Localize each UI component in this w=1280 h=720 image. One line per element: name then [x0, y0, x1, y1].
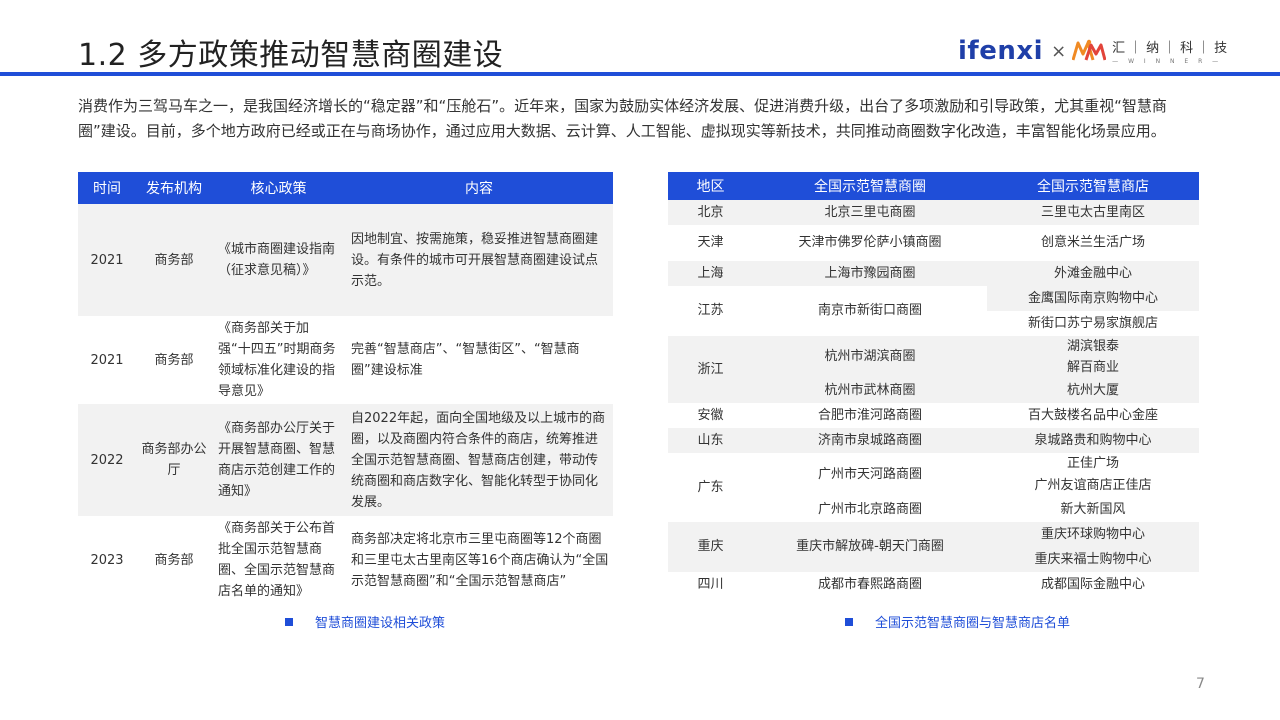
cell-org: 商务部 — [136, 516, 212, 604]
header-store: 全国示范智慧商店 — [987, 172, 1199, 200]
district-table: 地区 全国示范智慧商圈 全国示范智慧商店 北京 北京三里屯商圈 三里屯太古里南区… — [668, 172, 1199, 597]
cell-store: 成都国际金融中心 — [987, 572, 1199, 597]
cell-store: 创意米兰生活广场 — [987, 225, 1199, 261]
policy-table: 时间 发布机构 核心政策 内容 2021 商务部 《城市商圈建设指南（征求意见稿… — [78, 172, 613, 604]
winner-logo-text: 汇｜纳｜科｜技 — [1112, 41, 1232, 56]
cell-district: 合肥市淮河路商圈 — [753, 403, 987, 428]
table-row: 广东 广州市天河路商圈 正佳广场 — [668, 453, 1199, 522]
cell-org: 商务部 — [136, 316, 212, 404]
cell-district: 成都市春熙路商圈 — [753, 572, 987, 597]
cell-district: 南京市新街口商圈 — [753, 286, 987, 336]
cell-store: 广州友谊商店正佳店 — [987, 475, 1199, 497]
district-table-header: 地区 全国示范智慧商圈 全国示范智慧商店 — [668, 172, 1199, 200]
caption-text: 全国示范智慧商圈与智慧商店名单 — [875, 616, 1071, 631]
cell-region: 江苏 — [668, 286, 753, 336]
cell-content: 因地制宜、按需施策，稳妥推进智慧商圈建设。有条件的城市可开展智慧商圈建设试点示范… — [345, 204, 613, 316]
intro-paragraph: 消费作为三驾马车之一，是我国经济增长的“稳定器”和“压舱石”。近年来，国家为鼓励… — [78, 97, 1167, 140]
header-logo: ifenxi × 汇｜纳｜科｜技 — W I N N E R — — [958, 34, 1231, 68]
cell-district: 广州市北京路商圈 — [753, 497, 987, 522]
cell-content: 自2022年起，面向全国地级及以上城市的商圈，以及商圈内符合条件的商店，统筹推进… — [345, 404, 613, 516]
table-row: 2021 商务部 《城市商圈建设指南（征求意见稿）》 因地制宜、按需施策，稳妥推… — [78, 204, 613, 316]
cell-district: 济南市泉城路商圈 — [753, 428, 987, 453]
cell-district: 广州市天河路商圈 — [753, 453, 987, 497]
caption-text: 智慧商圈建设相关政策 — [315, 616, 446, 631]
table-row: 浙江 杭州市湖滨商圈 湖滨银泰 — [668, 336, 1199, 403]
cell-content: 商务部决定将北京市三里屯商圈等12个商圈和三里屯太古里南区等16个商店确认为“全… — [345, 516, 613, 604]
cell-region: 四川 — [668, 572, 753, 597]
cell-store: 重庆环球购物中心 — [987, 522, 1199, 547]
cell-region: 重庆 — [668, 522, 753, 572]
header-content: 内容 — [345, 172, 613, 204]
table-row: 安徽 合肥市淮河路商圈 百大鼓楼名品中心金座 — [668, 403, 1199, 428]
header-year: 时间 — [78, 172, 136, 204]
district-table-caption: 全国示范智慧商圈与智慧商店名单 — [845, 612, 1070, 631]
cell-store: 三里屯太古里南区 — [987, 200, 1199, 225]
cell-region: 北京 — [668, 200, 753, 225]
policy-table-caption: 智慧商圈建设相关政策 — [285, 612, 445, 631]
cell-year: 2022 — [78, 404, 136, 516]
title-divider — [0, 72, 1280, 76]
cell-store: 百大鼓楼名品中心金座 — [987, 403, 1199, 428]
cell-year: 2021 — [78, 204, 136, 316]
cell-store: 解百商业 — [987, 357, 1199, 378]
cell-org: 商务部办公厅 — [136, 404, 212, 516]
cell-district: 重庆市解放碑-朝天门商圈 — [753, 522, 987, 572]
header-region: 地区 — [668, 172, 753, 200]
cell-region: 安徽 — [668, 403, 753, 428]
page-title: 1.2 多方政策推动智慧商圈建设 — [78, 38, 504, 73]
cell-store: 泉城路贵和购物中心 — [987, 428, 1199, 453]
cell-store: 湖滨银泰 — [987, 336, 1199, 357]
table-row: 天津 天津市佛罗伦萨小镇商圈 创意米兰生活广场 — [668, 225, 1199, 261]
table-row: 2022 商务部办公厅 《商务部办公厅关于开展智慧商圈、智慧商店示范创建工作的通… — [78, 404, 613, 516]
cell-region: 上海 — [668, 261, 753, 286]
cell-store: 新大新国风 — [987, 497, 1199, 522]
cell-store: 重庆来福士购物中心 — [987, 547, 1199, 572]
cell-district: 杭州市湖滨商圈 — [753, 336, 987, 378]
table-row: 上海 上海市豫园商圈 外滩金融中心 — [668, 261, 1199, 286]
page-number: 7 — [1196, 676, 1205, 692]
cell-policy: 《城市商圈建设指南（征求意见稿）》 — [212, 204, 345, 316]
table-row: 山东 济南市泉城路商圈 泉城路贵和购物中心 — [668, 428, 1199, 453]
cell-district: 北京三里屯商圈 — [753, 200, 987, 225]
cell-region: 天津 — [668, 225, 753, 261]
table-row: 重庆 重庆市解放碑-朝天门商圈 重庆环球购物中心 — [668, 522, 1199, 572]
cell-region: 浙江 — [668, 336, 753, 403]
cell-org: 商务部 — [136, 204, 212, 316]
cell-year: 2021 — [78, 316, 136, 404]
cell-content: 完善“智慧商店”、“智慧街区”、“智慧商圈”建设标准 — [345, 316, 613, 404]
header-district: 全国示范智慧商圈 — [753, 172, 987, 200]
ifenxi-logo: ifenxi — [958, 36, 1044, 66]
table-row: 北京 北京三里屯商圈 三里屯太古里南区 — [668, 200, 1199, 225]
cell-policy: 《商务部关于公布首批全国示范智慧商圈、全国示范智慧商店名单的通知》 — [212, 516, 345, 604]
cell-district: 天津市佛罗伦萨小镇商圈 — [753, 225, 987, 261]
table-row: 2023 商务部 《商务部关于公布首批全国示范智慧商圈、全国示范智慧商店名单的通… — [78, 516, 613, 604]
table-row: 四川 成都市春熙路商圈 成都国际金融中心 — [668, 572, 1199, 597]
cell-year: 2023 — [78, 516, 136, 604]
logo-cross: × — [1051, 40, 1067, 62]
square-bullet-icon — [845, 618, 853, 626]
table-row: 2021 商务部 《商务部关于加强“十四五”时期商务领域标准化建设的指导意见》 … — [78, 316, 613, 404]
cell-store: 外滩金融中心 — [987, 261, 1199, 286]
table-row: 江苏 南京市新街口商圈 金鹰国际南京购物中心 — [668, 286, 1199, 336]
header-policy: 核心政策 — [212, 172, 345, 204]
cell-store: 杭州大厦 — [987, 378, 1199, 403]
cell-store: 正佳广场 — [987, 453, 1199, 475]
winner-logo-icon — [1072, 39, 1107, 61]
cell-policy: 《商务部关于加强“十四五”时期商务领域标准化建设的指导意见》 — [212, 316, 345, 404]
cell-store: 金鹰国际南京购物中心 — [987, 286, 1199, 311]
cell-district: 杭州市武林商圈 — [753, 378, 987, 403]
winner-logo-subtext: — W I N N E R — — [1112, 58, 1223, 65]
cell-district: 上海市豫园商圈 — [753, 261, 987, 286]
cell-policy: 《商务部办公厅关于开展智慧商圈、智慧商店示范创建工作的通知》 — [212, 404, 345, 516]
policy-table-header: 时间 发布机构 核心政策 内容 — [78, 172, 613, 204]
square-bullet-icon — [285, 618, 293, 626]
header-org: 发布机构 — [136, 172, 212, 204]
cell-region: 山东 — [668, 428, 753, 453]
cell-region: 广东 — [668, 453, 753, 522]
cell-store: 新街口苏宁易家旗舰店 — [987, 311, 1199, 336]
